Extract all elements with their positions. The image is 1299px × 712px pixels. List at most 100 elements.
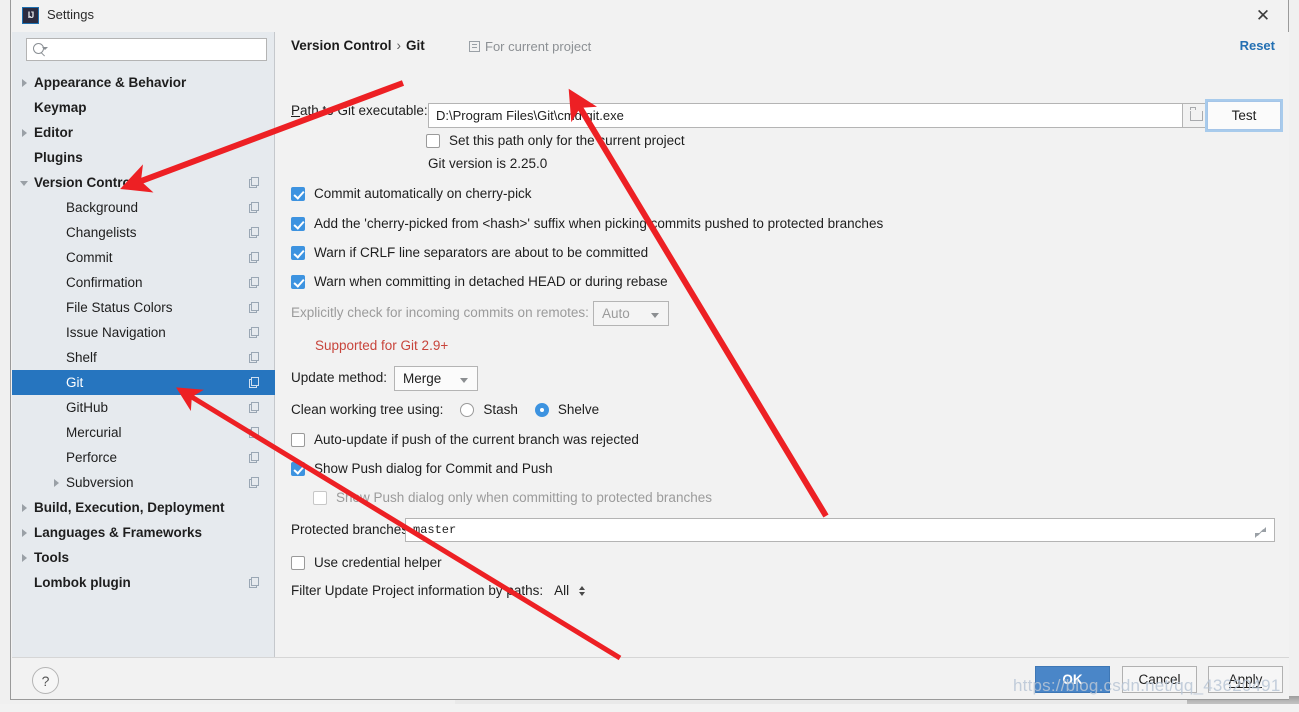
sidebar-item-editor[interactable]: Editor [12,120,275,145]
filter-update-label: Filter Update Project information by pat… [291,583,544,598]
copy-icon[interactable] [249,327,260,338]
copy-icon[interactable] [249,577,260,588]
sidebar-item-label: Build, Execution, Deployment [34,500,225,515]
set-path-only-checkbox[interactable] [426,133,440,148]
show-push-protected-row[interactable]: Show Push dialog only when committing to… [313,490,712,505]
copy-icon[interactable] [249,177,260,188]
chevron-down-icon [460,378,468,383]
copy-icon[interactable] [249,377,260,388]
chevron-right-icon[interactable] [19,77,31,89]
sidebar-item-issue-navigation[interactable]: Issue Navigation [12,320,275,345]
copy-icon[interactable] [249,402,260,413]
spinner-icon[interactable] [579,585,586,596]
path-to-git-input[interactable]: D:\Program Files\Git\cmd\git.exe [428,103,1183,128]
chevron-down-icon[interactable] [19,177,31,189]
chevron-right-icon[interactable] [19,502,31,514]
sidebar-item-shelf[interactable]: Shelf [12,345,275,370]
use-credential-helper-checkbox[interactable] [291,555,305,570]
auto-update-checkbox[interactable] [291,432,305,447]
sidebar-item-changelists[interactable]: Changelists [12,220,275,245]
filter-update-value[interactable]: All [554,583,569,598]
sidebar-item-perforce[interactable]: Perforce [12,445,275,470]
set-path-only-row[interactable]: Set this path only for the current proje… [426,133,685,148]
sidebar-item-label: Version Control [34,175,135,190]
update-method-select[interactable]: Merge [394,366,478,391]
sidebar-item-plugins[interactable]: Plugins [12,145,275,170]
sidebar-item-github[interactable]: GitHub [12,395,275,420]
chevron-right-icon[interactable] [51,477,63,489]
set-path-only-label: Set this path only for the current proje… [449,133,685,148]
breadcrumb-leaf: Git [406,38,425,53]
sidebar-item-background[interactable]: Background [12,195,275,220]
sidebar-item-keymap[interactable]: Keymap [12,95,275,120]
chevron-right-icon[interactable] [19,552,31,564]
sidebar-item-label: Appearance & Behavior [34,75,187,90]
radio-stash-label[interactable]: Stash [483,402,518,417]
search-input[interactable] [26,38,267,61]
copy-icon[interactable] [249,277,260,288]
git-option-checkbox[interactable] [291,274,305,289]
settings-main-panel: Version Control › Git For current project … [275,32,1289,657]
sidebar-item-mercurial[interactable]: Mercurial [12,420,275,445]
test-button[interactable]: Test [1207,101,1281,130]
update-method-row: Update method: [291,370,387,385]
backdrop-bottom [0,704,1299,712]
show-push-protected-checkbox[interactable] [313,490,327,505]
chevron-right-icon[interactable] [19,127,31,139]
help-button[interactable]: ? [32,667,59,694]
show-push-dialog-row[interactable]: Show Push dialog for Commit and Push [291,461,553,476]
copy-icon[interactable] [249,352,260,363]
git-option-row-0[interactable]: Commit automatically on cherry-pick [291,186,532,201]
git-option-row-1[interactable]: Add the 'cherry-picked from <hash>' suff… [291,216,883,231]
copy-icon[interactable] [249,202,260,213]
sidebar-item-label: Issue Navigation [66,325,166,340]
use-credential-helper-label: Use credential helper [314,555,442,570]
git-option-checkbox[interactable] [291,186,305,201]
chevron-down-icon [651,313,659,318]
git-option-row-3[interactable]: Warn when committing in detached HEAD or… [291,274,668,289]
show-push-dialog-checkbox[interactable] [291,461,305,476]
reset-link[interactable]: Reset [1240,38,1275,53]
sidebar-item-languages-frameworks[interactable]: Languages & Frameworks [12,520,275,545]
sidebar-item-label: Plugins [34,150,83,165]
protected-branches-value: master [413,523,457,537]
git-option-row-2[interactable]: Warn if CRLF line separators are about t… [291,245,648,260]
for-current-project-badge: For current project [469,39,591,54]
use-credential-helper-row[interactable]: Use credential helper [291,555,442,570]
expand-icon[interactable] [1255,527,1266,538]
copy-icon[interactable] [249,227,260,238]
path-to-git-label: Path to Git executable: [291,103,428,118]
sidebar-item-build-execution-deployment[interactable]: Build, Execution, Deployment [12,495,275,520]
copy-icon[interactable] [249,252,260,263]
protected-branches-input[interactable]: master [405,518,1275,542]
git-option-checkbox[interactable] [291,245,305,260]
copy-icon[interactable] [249,427,260,438]
auto-update-row[interactable]: Auto-update if push of the current branc… [291,432,639,447]
copy-icon[interactable] [249,302,260,313]
clean-working-tree-label: Clean working tree using: [291,402,444,417]
copy-icon[interactable] [249,477,260,488]
sidebar-item-label: Languages & Frameworks [34,525,203,540]
radio-stash[interactable] [460,402,475,417]
sidebar-item-version-control[interactable]: Version Control [12,170,275,195]
close-icon[interactable]: ✕ [1250,4,1276,28]
sidebar-item-label: Changelists [66,225,137,240]
breadcrumb: Version Control › Git [291,38,425,53]
breadcrumb-root[interactable]: Version Control [291,38,392,53]
incoming-commits-select[interactable]: Auto [593,301,669,326]
sidebar-item-appearance-behavior[interactable]: Appearance & Behavior [12,70,275,95]
radio-shelve[interactable] [534,402,549,417]
sidebar-item-lombok-plugin[interactable]: Lombok plugin [12,570,275,595]
sidebar-item-tools[interactable]: Tools [12,545,275,570]
sidebar-item-confirmation[interactable]: Confirmation [12,270,275,295]
sidebar-item-commit[interactable]: Commit [12,245,275,270]
sidebar-item-subversion[interactable]: Subversion [12,470,275,495]
sidebar-item-file-status-colors[interactable]: File Status Colors [12,295,275,320]
git-option-checkbox[interactable] [291,216,305,231]
path-to-git-row: Path to Git executable: [291,103,428,118]
copy-icon[interactable] [249,452,260,463]
radio-shelve-label[interactable]: Shelve [558,402,599,417]
sidebar-item-git[interactable]: Git [12,370,275,395]
sidebar-item-label: Background [66,200,139,215]
chevron-right-icon[interactable] [19,527,31,539]
